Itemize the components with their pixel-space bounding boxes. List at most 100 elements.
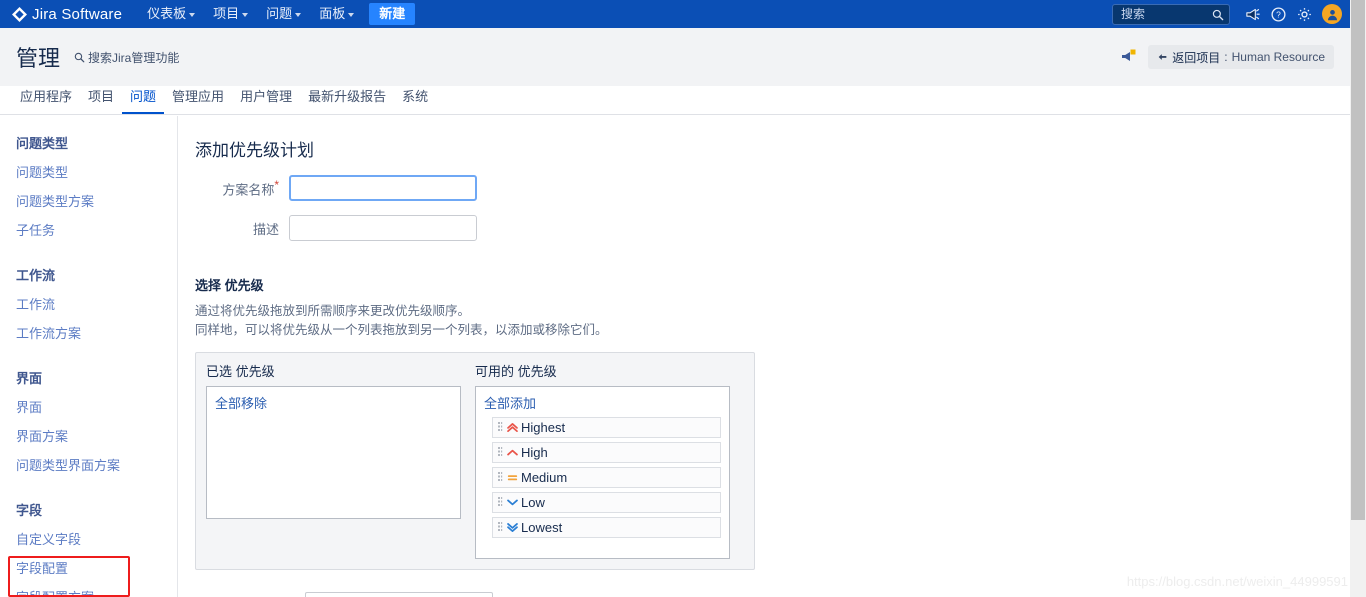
nav-label: 仪表板 xyxy=(147,6,187,21)
brand-label: Jira Software xyxy=(32,5,123,23)
priority-item-high[interactable]: High xyxy=(492,442,721,463)
priority-label: Low xyxy=(521,495,545,510)
priority-item-medium[interactable]: Medium xyxy=(492,467,721,488)
priority-item-highest[interactable]: Highest xyxy=(492,417,721,438)
sidebar-heading-screens: 界面 xyxy=(16,371,43,386)
selected-column-header: 已选 优先级 xyxy=(206,364,275,379)
megaphone-icon-button[interactable] xyxy=(1240,2,1264,26)
nav-item-dashboards[interactable]: 仪表板 xyxy=(138,0,204,28)
admin-search-placeholder: 搜索Jira管理功能 xyxy=(88,50,180,65)
back-to-project-button[interactable]: 返回项目: Human Resource xyxy=(1148,45,1334,69)
required-asterisk: * xyxy=(274,177,279,192)
create-button[interactable]: 新建 xyxy=(369,3,416,25)
help-icon-button[interactable]: ? xyxy=(1266,2,1290,26)
selected-priorities-listbox[interactable]: 全部移除 xyxy=(206,386,461,519)
nav-item-projects[interactable]: 项目 xyxy=(204,0,257,28)
available-column-header: 可用的 优先级 xyxy=(475,364,557,379)
section-title-select-priorities: 选择 优先级 xyxy=(195,278,264,293)
priority-high-icon xyxy=(507,449,518,456)
chevron-down-icon xyxy=(242,12,249,17)
tab-issues[interactable]: 问题 xyxy=(122,86,165,114)
section-description-line1: 通过将优先级拖放到所需顺序来更改优先级顺序。 xyxy=(195,304,471,318)
sidebar-item-field-configurations[interactable]: 字段配置 xyxy=(0,553,177,582)
sidebar-item-workflows[interactable]: 工作流 xyxy=(0,289,177,318)
sidebar-item-screens[interactable]: 界面 xyxy=(0,392,177,421)
label-text: 方案名称 xyxy=(222,182,275,198)
remove-all-link[interactable]: 全部移除 xyxy=(215,393,267,412)
description-input[interactable] xyxy=(289,215,477,241)
sidebar-item-subtasks[interactable]: 子任务 xyxy=(0,215,177,244)
priority-label: Highest xyxy=(521,420,566,435)
chevron-down-icon xyxy=(189,12,196,17)
sidebar-group-screens: 界面 界面 界面方案 问题类型界面方案 xyxy=(0,363,177,479)
chevron-down-icon xyxy=(295,12,302,17)
form-row-scheme-name: 方案名称* xyxy=(179,175,1350,201)
sidebar-item-issue-types[interactable]: 问题类型 xyxy=(0,157,177,186)
svg-text:?: ? xyxy=(1276,9,1281,19)
drag-handle-icon xyxy=(498,447,503,456)
priority-low-icon xyxy=(507,499,518,506)
global-search-box[interactable] xyxy=(1112,3,1230,25)
form-row-default-priority: 默认的优先级 无 xyxy=(179,592,1350,597)
sidebar-heading-workflows: 工作流 xyxy=(16,268,56,283)
back-button-label: 返回项目 xyxy=(1172,50,1221,65)
sidebar-group-workflows: 工作流 工作流 工作流方案 xyxy=(0,260,177,347)
sidebar-item-issue-type-schemes[interactable]: 问题类型方案 xyxy=(0,186,177,215)
announcement-icon-button[interactable] xyxy=(1120,48,1138,66)
global-nav-right-group: ? xyxy=(1112,2,1350,26)
priority-picker: 已选 优先级 全部移除 可用的 优先级 全部添加 Highest High Me… xyxy=(195,352,755,570)
priority-item-lowest[interactable]: Lowest xyxy=(492,517,721,538)
sidebar-item-screen-schemes[interactable]: 界面方案 xyxy=(0,421,177,450)
admin-tab-bar: 应用程序 项目 问题 管理应用 用户管理 最新升级报告 系统 xyxy=(0,86,1350,115)
user-avatar[interactable] xyxy=(1322,4,1342,24)
jira-brand[interactable]: Jira Software xyxy=(12,6,122,23)
sidebar-item-custom-fields[interactable]: 自定义字段 xyxy=(0,524,177,553)
sidebar-heading-issue-types: 问题类型 xyxy=(16,136,69,151)
announcement-icon xyxy=(1122,49,1136,61)
nav-item-boards[interactable]: 面板 xyxy=(310,0,363,28)
back-arrow-icon xyxy=(1158,53,1167,60)
default-priority-select[interactable]: 无 xyxy=(305,592,493,597)
sidebar-item-issue-type-screen-schemes[interactable]: 问题类型界面方案 xyxy=(0,450,177,479)
section-description: 通过将优先级拖放到所需顺序来更改优先级顺序。 同样地，可以将优先级从一个列表拖放… xyxy=(195,302,1350,340)
priority-item-low[interactable]: Low xyxy=(492,492,721,513)
sidebar-group-fields: 字段 自定义字段 字段配置 字段配置方案 xyxy=(0,495,177,597)
tab-user-management[interactable]: 用户管理 xyxy=(232,86,300,114)
sidebar-item-workflow-schemes[interactable]: 工作流方案 xyxy=(0,318,177,347)
settings-icon-button[interactable] xyxy=(1292,2,1316,26)
tab-applications[interactable]: 应用程序 xyxy=(12,86,80,114)
tab-manage-apps[interactable]: 管理应用 xyxy=(164,86,232,114)
sidebar-group-issue-types: 问题类型 问题类型 问题类型方案 子任务 xyxy=(0,128,177,244)
search-icon xyxy=(74,52,85,62)
tab-system[interactable]: 系统 xyxy=(394,86,436,114)
admin-sidebar: 问题类型 问题类型 问题类型方案 子任务 工作流 工作流 工作流方案 界面 界面… xyxy=(0,116,178,597)
scheme-name-input[interactable] xyxy=(289,175,477,201)
sidebar-divider xyxy=(0,485,177,495)
selected-priorities-column: 已选 优先级 全部移除 xyxy=(206,361,461,559)
vertical-scrollbar-thumb[interactable] xyxy=(1351,0,1365,520)
help-question-icon: ? xyxy=(1270,6,1286,22)
jira-diamond-logo-icon xyxy=(12,6,27,22)
nav-item-issues[interactable]: 问题 xyxy=(257,0,310,28)
tab-projects[interactable]: 项目 xyxy=(80,86,122,114)
sidebar-heading-fields: 字段 xyxy=(16,503,43,518)
drag-handle-icon xyxy=(498,472,503,481)
admin-header: 管理 搜索Jira管理功能 返回项目: Human Resource xyxy=(0,28,1350,86)
section-description-line2: 同样地，可以将优先级从一个列表拖放到另一个列表，以添加或移除它们。 xyxy=(195,323,608,337)
priority-medium-icon xyxy=(507,475,518,481)
available-priorities-listbox[interactable]: 全部添加 Highest High Medium Low Lowest xyxy=(475,386,730,559)
sidebar-item-field-configuration-schemes[interactable]: 字段配置方案 xyxy=(0,582,177,597)
megaphone-icon xyxy=(1245,8,1260,20)
vertical-scrollbar[interactable] xyxy=(1350,0,1366,597)
tab-latest-upgrade-report[interactable]: 最新升级报告 xyxy=(300,86,394,114)
avatar-person-icon xyxy=(1327,9,1337,20)
watermark-text: https://blog.csdn.net/weixin_44999591 xyxy=(1126,574,1348,589)
global-search-input[interactable] xyxy=(1119,6,1211,22)
admin-search[interactable]: 搜索Jira管理功能 xyxy=(74,49,179,66)
label-description: 描述 xyxy=(252,221,279,237)
sidebar-divider xyxy=(0,250,177,260)
drag-handle-icon xyxy=(498,497,503,506)
global-navigation-bar: Jira Software 仪表板 项目 问题 面板 新建 搜索 ? xyxy=(0,0,1350,28)
add-all-link[interactable]: 全部添加 xyxy=(484,393,536,412)
nav-label: 项目 xyxy=(213,6,240,21)
